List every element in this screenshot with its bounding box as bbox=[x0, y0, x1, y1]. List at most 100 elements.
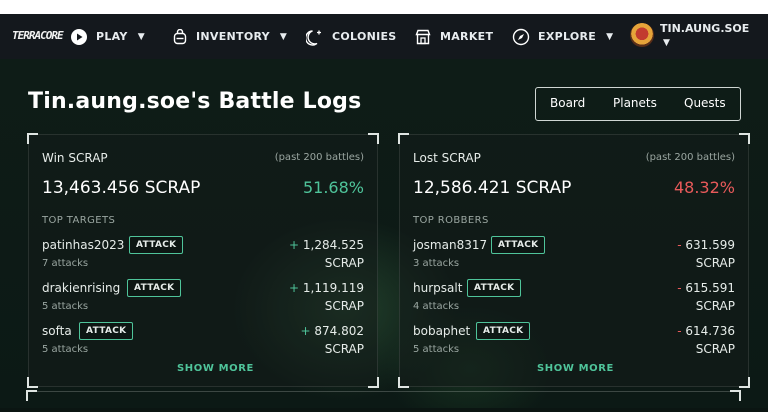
amount-unit: SCRAP bbox=[695, 299, 735, 313]
attack-count: 5 attacks bbox=[42, 344, 89, 355]
corner-bracket bbox=[27, 377, 38, 388]
chevron-down-icon: ▼ bbox=[279, 31, 288, 42]
target-name[interactable]: softa bbox=[42, 324, 72, 338]
attack-count: 5 attacks bbox=[42, 301, 89, 312]
play-circle-icon bbox=[71, 28, 87, 45]
nav-inventory[interactable]: INVENTORY ▼ bbox=[172, 14, 287, 59]
lost-percent: 48.32% bbox=[673, 178, 735, 197]
amount-sign: + bbox=[289, 281, 300, 295]
amount-unit: SCRAP bbox=[324, 256, 364, 270]
corner-bracket bbox=[398, 377, 409, 388]
page-title: Tin.aung.soe's Battle Logs bbox=[28, 89, 362, 114]
win-title: Win SCRAP bbox=[42, 151, 108, 165]
list-item: josman8317 ATTACK 3 attacks - 631.599 SC… bbox=[413, 236, 735, 278]
list-item: patinhas2023 ATTACK 7 attacks + 1,284.52… bbox=[42, 236, 364, 278]
nav-colonies[interactable]: COLONIES bbox=[306, 14, 397, 59]
attack-button[interactable]: ATTACK bbox=[476, 322, 531, 340]
corner-bracket bbox=[398, 133, 409, 144]
target-name[interactable]: drakienrising bbox=[42, 281, 120, 295]
scrap-amount: - 615.591 bbox=[677, 281, 735, 295]
nav-colonies-label: COLONIES bbox=[332, 30, 397, 43]
amount-sign: - bbox=[677, 281, 682, 295]
tab-board[interactable]: Board bbox=[550, 96, 585, 110]
attack-count: 7 attacks bbox=[42, 258, 89, 269]
win-panel: Win SCRAP (past 200 battles) 13,463.456 … bbox=[27, 133, 379, 388]
corner-bracket bbox=[730, 390, 741, 401]
moon-stars-icon bbox=[306, 29, 321, 46]
top-robbers-heading: TOP ROBBERS bbox=[413, 215, 489, 226]
lost-total: 12,586.421 SCRAP bbox=[413, 178, 572, 198]
list-item: softa ATTACK 5 attacks + 874.802 SCRAP bbox=[42, 322, 364, 364]
amount-unit: SCRAP bbox=[695, 342, 735, 356]
scrap-amount: - 631.599 bbox=[677, 238, 735, 252]
scrap-amount: - 614.736 bbox=[677, 324, 735, 338]
lost-subtitle: (past 200 battles) bbox=[645, 152, 735, 163]
lost-title: Lost SCRAP bbox=[413, 151, 481, 165]
corner-bracket bbox=[368, 133, 379, 144]
scrap-amount: + 874.802 bbox=[300, 324, 364, 338]
attack-button[interactable]: ATTACK bbox=[491, 236, 546, 254]
attack-button[interactable]: ATTACK bbox=[127, 279, 182, 297]
nav-market-label: MARKET bbox=[440, 30, 494, 43]
robber-name[interactable]: josman8317 bbox=[413, 238, 487, 252]
amount-sign: - bbox=[677, 238, 682, 252]
attack-count: 5 attacks bbox=[413, 344, 460, 355]
amount-value: 1,119.119 bbox=[302, 281, 364, 295]
tab-planets[interactable]: Planets bbox=[613, 96, 657, 110]
nav-market[interactable]: MARKET bbox=[414, 14, 493, 59]
amount-value: 874.802 bbox=[314, 324, 364, 338]
win-subtitle: (past 200 battles) bbox=[274, 152, 364, 163]
corner-bracket bbox=[368, 377, 379, 388]
attack-button[interactable]: ATTACK bbox=[467, 279, 522, 297]
storefront-icon bbox=[415, 29, 431, 44]
nav-explore-label: EXPLORE bbox=[538, 30, 597, 43]
scrap-amount: + 1,119.119 bbox=[289, 281, 364, 295]
terracore-logo[interactable]: TERRACORE bbox=[12, 24, 64, 48]
chevron-down-icon: ▼ bbox=[663, 38, 670, 48]
robber-name[interactable]: bobaphet bbox=[413, 324, 470, 338]
chevron-down-icon: ▼ bbox=[137, 31, 145, 42]
corner-bracket bbox=[739, 133, 750, 144]
robber-name[interactable]: hurpsalt bbox=[413, 281, 462, 295]
amount-unit: SCRAP bbox=[695, 256, 735, 270]
top-edge bbox=[0, 0, 768, 14]
target-name[interactable]: patinhas2023 bbox=[42, 238, 124, 252]
attack-button[interactable]: ATTACK bbox=[79, 322, 134, 340]
main-content: Tin.aung.soe's Battle Logs Board Planets… bbox=[0, 59, 768, 408]
win-total: 13,463.456 SCRAP bbox=[42, 178, 201, 198]
amount-sign: + bbox=[289, 238, 300, 252]
next-panel-top bbox=[26, 390, 741, 412]
show-more-button[interactable]: SHOW MORE bbox=[177, 363, 254, 374]
lost-panel: Lost SCRAP (past 200 battles) 12,586.421… bbox=[398, 133, 750, 388]
nav-play-label: PLAY bbox=[96, 30, 128, 43]
scrap-amount: + 1,284.525 bbox=[289, 238, 364, 252]
attack-count: 3 attacks bbox=[413, 258, 460, 269]
amount-unit: SCRAP bbox=[324, 342, 364, 356]
list-item: drakienrising ATTACK 5 attacks + 1,119.1… bbox=[42, 279, 364, 321]
amount-value: 631.599 bbox=[685, 238, 735, 252]
amount-unit: SCRAP bbox=[324, 299, 364, 313]
top-targets-heading: TOP TARGETS bbox=[42, 215, 116, 226]
amount-value: 1,284.525 bbox=[302, 238, 364, 252]
username: TIN.AUNG.SOE bbox=[660, 22, 750, 35]
corner-bracket bbox=[27, 133, 38, 144]
backpack-icon bbox=[173, 28, 187, 44]
nav-play[interactable]: PLAY ▼ bbox=[70, 14, 145, 59]
top-nav: TERRACORE PLAY ▼ INVENTORY ▼ COLONIES MA… bbox=[0, 14, 768, 59]
amount-sign: + bbox=[300, 324, 311, 338]
show-more-button[interactable]: SHOW MORE bbox=[537, 363, 614, 374]
amount-value: 615.591 bbox=[685, 281, 735, 295]
amount-value: 614.736 bbox=[685, 324, 735, 338]
chevron-down-icon: ▼ bbox=[606, 31, 614, 42]
avatar bbox=[630, 23, 654, 47]
list-item: bobaphet ATTACK 5 attacks - 614.736 SCRA… bbox=[413, 322, 735, 364]
attack-button[interactable]: ATTACK bbox=[129, 236, 184, 254]
tab-group: Board Planets Quests bbox=[535, 87, 741, 121]
nav-explore[interactable]: EXPLORE ▼ bbox=[512, 14, 613, 59]
tab-quests[interactable]: Quests bbox=[684, 96, 726, 110]
amount-sign: - bbox=[677, 324, 682, 338]
compass-icon bbox=[512, 28, 530, 45]
corner-bracket bbox=[26, 390, 37, 401]
list-item: hurpsalt ATTACK 4 attacks - 615.591 SCRA… bbox=[413, 279, 735, 321]
nav-inventory-label: INVENTORY bbox=[196, 30, 270, 43]
